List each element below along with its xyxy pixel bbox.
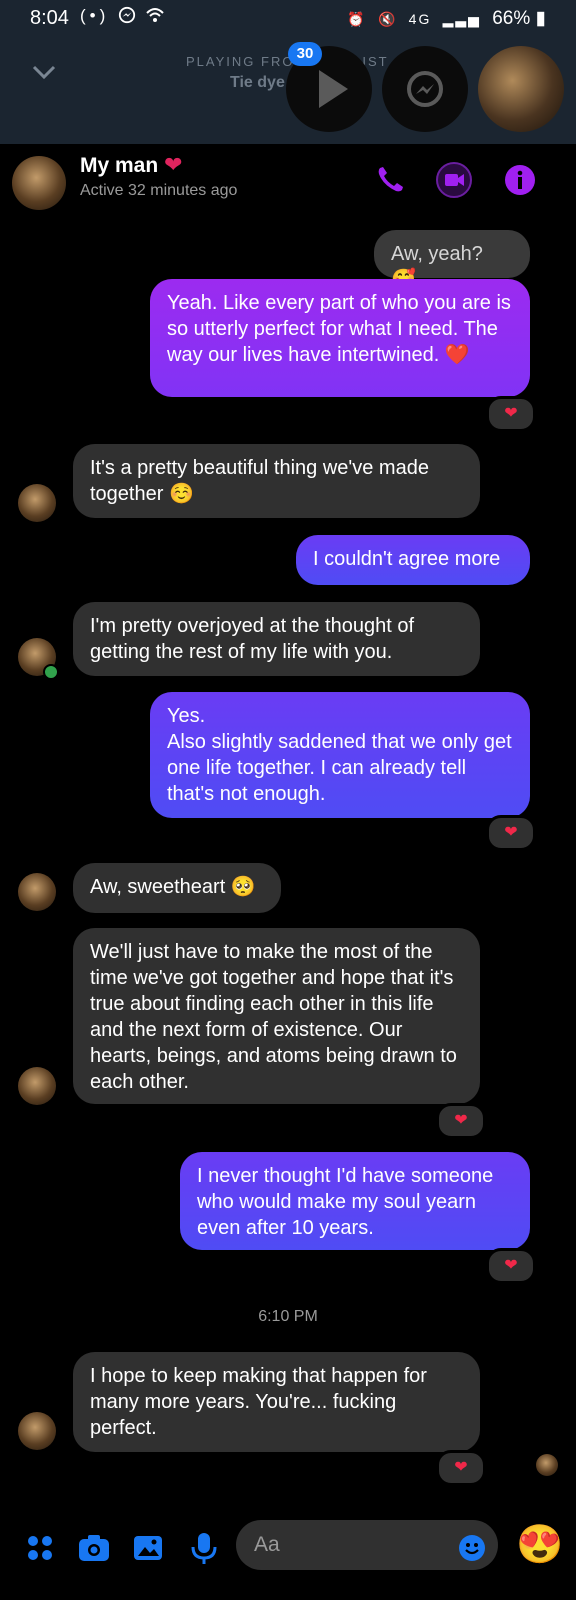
emoji-icon[interactable] [458, 1534, 486, 1562]
signal-icon: ▂▃▅ [442, 11, 481, 27]
message-bubble-incoming[interactable]: It's a pretty beautiful thing we've made… [73, 444, 480, 518]
messenger-chathead[interactable] [382, 46, 468, 132]
avatar[interactable] [12, 156, 66, 210]
reaction-heart[interactable]: ❤ [486, 815, 536, 851]
contact-chathead[interactable] [478, 46, 564, 132]
mini-player: PLAYING FROM PLAYLIST Tie dye 30 [0, 36, 576, 144]
online-indicator [43, 664, 59, 680]
reaction-heart[interactable]: ❤ [486, 396, 536, 432]
gallery-icon[interactable] [130, 1530, 166, 1566]
reaction-heart[interactable]: ❤ [436, 1103, 486, 1139]
status-right: ⏰ 🔇 4G ▂▃▅ 66% ▮ [347, 7, 546, 30]
message-input-placeholder: Aa [254, 1533, 280, 1556]
avatar[interactable] [18, 1067, 56, 1105]
avatar[interactable] [18, 873, 56, 911]
mic-icon[interactable] [186, 1530, 222, 1566]
broadcast-icon: (•) [80, 6, 110, 25]
active-status: Active 32 minutes ago [80, 182, 238, 199]
mute-icon: 🔇 [377, 11, 398, 27]
network-indicator: 4G [408, 11, 432, 27]
avatar[interactable] [18, 484, 56, 522]
status-time: 8:04 [30, 7, 69, 29]
message-composer: Aa 😍 [0, 1506, 576, 1600]
notification-badge: 30 [288, 42, 322, 66]
status-bar: 8:04 (•) ⏰ 🔇 4G ▂▃▅ 66% ▮ [0, 0, 576, 36]
avatar[interactable] [18, 1412, 56, 1450]
chat-header: My man ❤ Active 32 minutes ago [0, 144, 576, 220]
messenger-icon [407, 71, 443, 107]
video-icon[interactable] [434, 160, 474, 200]
message-bubble-incoming[interactable]: We'll just have to make the most of the … [73, 928, 480, 1104]
now-playing-track: Tie dye [230, 74, 285, 91]
heart-icon: ❤ [164, 152, 183, 177]
message-bubble-outgoing[interactable]: Yes. Also slightly saddened that we only… [150, 692, 530, 818]
message-bubble-outgoing[interactable]: Yeah. Like every part of who you are is … [150, 279, 530, 397]
chevron-down-icon[interactable] [30, 58, 58, 86]
read-receipt-avatar [536, 1454, 558, 1476]
message-bubble-outgoing[interactable]: I never thought I'd have someone who wou… [180, 1152, 530, 1250]
contact-name[interactable]: My man [80, 154, 158, 178]
message-bubble-outgoing[interactable]: Aw, yeah? 🥰 [374, 230, 530, 291]
reaction-heart[interactable]: ❤ [486, 1248, 536, 1284]
battery-percent: 66% [492, 8, 531, 29]
message-timestamp: 6:10 PM [258, 1308, 318, 1325]
message-bubble-incoming[interactable]: I hope to keep making that happen for ma… [73, 1352, 480, 1452]
alarm-icon: ⏰ [347, 11, 367, 27]
info-icon[interactable] [500, 160, 540, 200]
apps-icon[interactable] [22, 1530, 58, 1566]
quick-reaction-button[interactable]: 😍 [516, 1524, 563, 1566]
message-bubble-outgoing[interactable]: I couldn't agree more [296, 535, 530, 585]
reaction-heart[interactable]: ❤ [436, 1450, 486, 1486]
status-icons: (•) [80, 6, 165, 26]
battery-icon: ▮ [535, 8, 546, 29]
message-bubble-incoming[interactable]: I'm pretty overjoyed at the thought of g… [73, 602, 480, 676]
message-bubble-incoming[interactable]: Aw, sweetheart 🥺 [73, 863, 281, 913]
messenger-icon [118, 6, 145, 25]
camera-icon[interactable] [76, 1530, 112, 1566]
phone-icon[interactable] [370, 160, 410, 200]
wifi-icon [145, 6, 165, 25]
